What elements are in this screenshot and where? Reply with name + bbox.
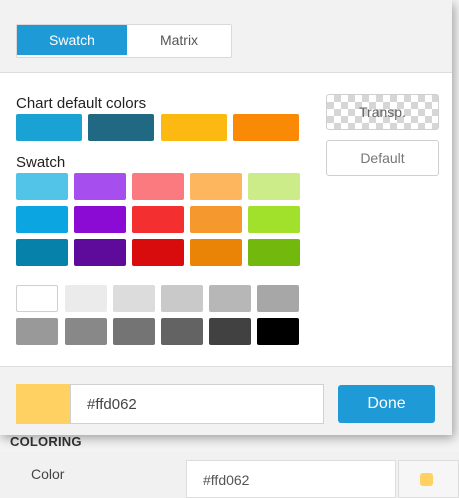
swatch-color[interactable] <box>74 239 126 266</box>
swatch-color[interactable] <box>190 173 242 200</box>
color-value-field[interactable]: #ffd062 <box>186 460 396 498</box>
hex-color-input[interactable] <box>70 384 324 424</box>
swatch-color[interactable] <box>16 206 68 233</box>
swatch-color[interactable] <box>132 173 184 200</box>
gray-swatch[interactable] <box>209 318 251 345</box>
chart-default-colors-label: Chart default colors <box>16 95 147 112</box>
swatch-color[interactable] <box>74 173 126 200</box>
default-color-swatch[interactable] <box>16 114 82 141</box>
color-row-label: Color <box>31 466 65 482</box>
swatch-color[interactable] <box>190 239 242 266</box>
gray-swatch[interactable] <box>65 285 107 312</box>
swatch-color[interactable] <box>248 206 300 233</box>
gray-swatch[interactable] <box>113 285 155 312</box>
done-button[interactable]: Done <box>338 385 435 423</box>
swatch-color[interactable] <box>132 239 184 266</box>
default-color-swatch[interactable] <box>233 114 299 141</box>
tab-matrix[interactable]: Matrix <box>127 25 231 55</box>
swatch-color[interactable] <box>16 239 68 266</box>
swatch-color[interactable] <box>248 173 300 200</box>
tab-swatch[interactable]: Swatch <box>17 25 127 55</box>
color-swatch-button[interactable] <box>398 460 459 498</box>
picker-tabs: Swatch Matrix <box>16 24 232 58</box>
default-button[interactable]: Default <box>326 140 439 176</box>
swatch-label: Swatch <box>16 154 66 171</box>
gray-swatch[interactable] <box>16 318 58 345</box>
color-swatch-chip <box>420 473 433 486</box>
swatch-color[interactable] <box>132 206 184 233</box>
coloring-section-header: COLORING <box>10 434 82 449</box>
gray-swatch[interactable] <box>113 318 155 345</box>
current-color-preview <box>16 384 70 424</box>
color-picker-popup: Swatch Matrix Chart default colors Swatc… <box>0 0 452 435</box>
gray-swatch[interactable] <box>209 285 251 312</box>
gray-swatch[interactable] <box>257 285 299 312</box>
swatch-color[interactable] <box>190 206 242 233</box>
default-color-swatch[interactable] <box>161 114 227 141</box>
default-color-swatch[interactable] <box>88 114 154 141</box>
gray-swatch[interactable] <box>257 318 299 345</box>
picker-tab-bar: Swatch Matrix <box>0 0 452 73</box>
gray-swatch[interactable] <box>161 285 203 312</box>
color-value-text: #ffd062 <box>203 472 250 488</box>
gray-swatch[interactable] <box>16 285 58 312</box>
swatch-color[interactable] <box>248 239 300 266</box>
gray-swatch[interactable] <box>161 318 203 345</box>
gray-swatch[interactable] <box>65 318 107 345</box>
swatch-color[interactable] <box>74 206 126 233</box>
swatch-color[interactable] <box>16 173 68 200</box>
transparent-button[interactable]: Transp. <box>326 94 439 130</box>
